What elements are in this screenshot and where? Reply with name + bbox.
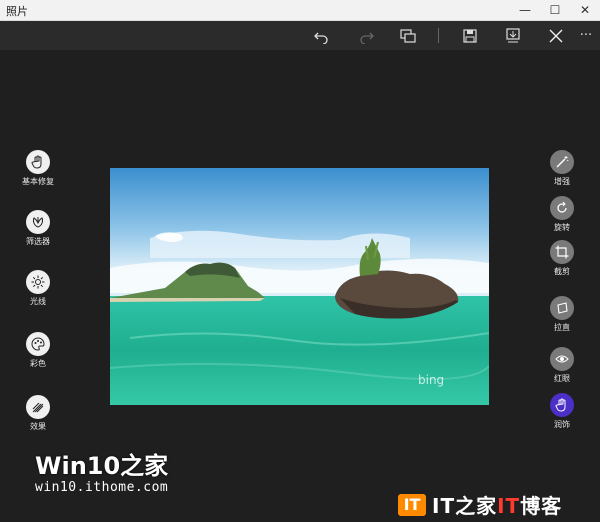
close-window-button[interactable]: ✕: [570, 0, 600, 20]
ithome-logo: IT IT之家IT博客: [398, 490, 562, 519]
it-text: IT之家IT博客: [432, 494, 563, 518]
tool-red-eye[interactable]: 红眼: [532, 347, 592, 384]
eye-icon: [550, 347, 574, 371]
more-button[interactable]: ···: [572, 21, 600, 50]
tool-label: 截剪: [554, 267, 570, 276]
cancel-icon: [549, 29, 563, 42]
minimize-button[interactable]: —: [510, 0, 540, 20]
save-copy-icon: [506, 27, 520, 42]
save-button[interactable]: [456, 21, 484, 50]
redo-icon: [360, 32, 374, 44]
maximize-button[interactable]: ☐: [540, 0, 570, 20]
palette-icon: [26, 332, 50, 356]
tool-filters[interactable]: 筛选器: [8, 210, 68, 247]
save-copy-button[interactable]: [499, 21, 527, 50]
effects-icon: [26, 395, 50, 419]
undo-button[interactable]: [308, 21, 336, 50]
tool-label: 旋转: [554, 223, 570, 232]
sun-icon: [26, 270, 50, 294]
tool-effects[interactable]: 效果: [8, 395, 68, 432]
undo-icon: [314, 32, 328, 44]
tool-label: 彩色: [30, 359, 46, 368]
tool-basic-fix[interactable]: 基本修复: [8, 150, 68, 187]
straighten-icon: [550, 296, 574, 320]
save-icon: [463, 28, 477, 43]
compare-button[interactable]: [394, 21, 422, 50]
redo-button[interactable]: [352, 21, 380, 50]
bing-watermark: bing: [418, 373, 445, 387]
app-title: 照片: [6, 5, 28, 18]
crop-icon: [550, 240, 574, 264]
win10-title: Win10之家: [35, 452, 169, 480]
tool-label: 效果: [30, 422, 46, 431]
tool-straighten[interactable]: 拉直: [532, 296, 592, 333]
wand-icon: [550, 150, 574, 174]
tool-color[interactable]: 彩色: [8, 332, 68, 369]
tool-label: 光线: [30, 297, 46, 306]
tool-enhance[interactable]: 增强: [532, 150, 592, 187]
retouch-icon: [550, 393, 574, 417]
tool-label: 基本修复: [22, 177, 54, 186]
it-mark: IT: [398, 493, 426, 516]
tool-label: 筛选器: [26, 237, 50, 246]
rotate-icon: [550, 196, 574, 220]
tool-label: 拉直: [554, 323, 570, 332]
title-bar: 照片 — ☐ ✕: [0, 0, 600, 21]
tool-crop[interactable]: 截剪: [532, 240, 592, 277]
tool-label: 红眼: [554, 374, 570, 383]
tool-light[interactable]: 光线: [8, 270, 68, 307]
win10-watermark: Win10之家 win10.ithome.com: [35, 453, 168, 495]
filter-icon: [26, 210, 50, 234]
win10-url: win10.ithome.com: [35, 480, 169, 495]
cancel-button[interactable]: [542, 21, 570, 50]
edit-toolbar: ···: [0, 21, 600, 50]
tool-label: 增强: [554, 177, 570, 186]
hand-icon: [26, 150, 50, 174]
photo-preview: [110, 168, 489, 405]
tool-rotate[interactable]: 旋转: [532, 196, 592, 233]
tool-label: 润饰: [554, 420, 570, 429]
toolbar-divider: [438, 28, 439, 43]
tool-retouch[interactable]: 润饰: [532, 393, 592, 430]
compare-icon: [400, 28, 416, 43]
